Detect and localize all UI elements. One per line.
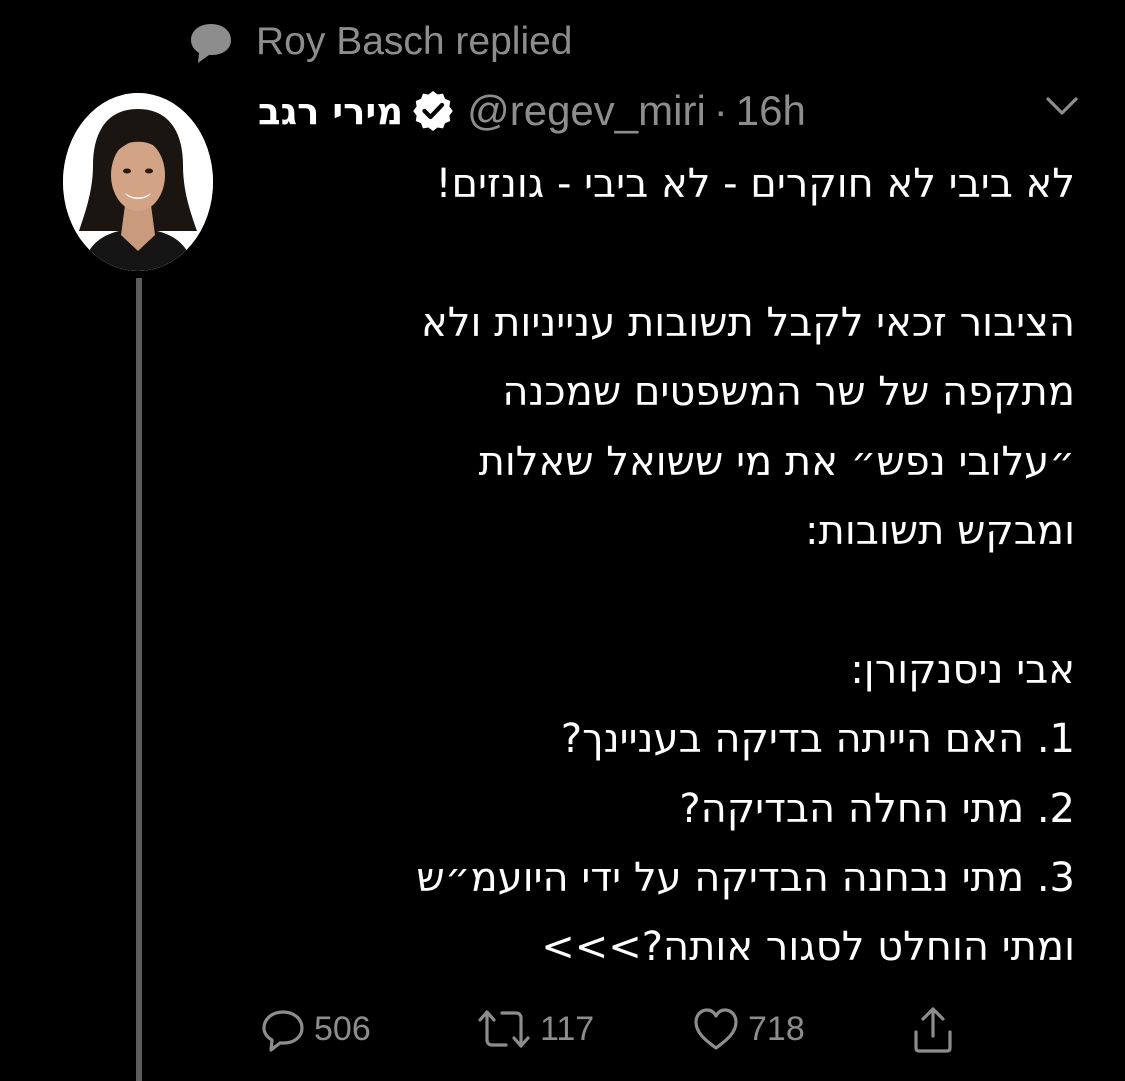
speech-bubble-icon — [191, 24, 231, 63]
tweet-text-line: אבי ניסנקורן: — [850, 646, 1075, 693]
retweet-count: 117 — [540, 1009, 595, 1048]
reply-context: Roy Basch replied — [188, 16, 573, 68]
heart-icon — [694, 1008, 738, 1050]
tweet-actions: 506 117 718 — [260, 998, 980, 1060]
tweet-text-line: מתקפה של שר המשפטים שמכנה — [502, 369, 1075, 416]
reply-button[interactable]: 506 — [260, 998, 371, 1060]
avatar-photo — [63, 93, 213, 271]
tweet-text-line: ומתי הוחלט לסגור אותה?>>> — [541, 924, 1075, 971]
tweet-text-line: ״עלובי נפש״ את מי ששואל שאלות — [478, 438, 1075, 485]
author-display-name[interactable]: מירי רגב — [258, 90, 403, 133]
share-icon — [914, 1007, 952, 1053]
tweet-text-line: 1. האם הייתה בדיקה בעניינך? — [560, 716, 1075, 763]
thread-connector-line — [136, 278, 142, 1081]
tweet-text: לא ביבי לא חוקרים - לא ביבי - גונזים! הצ… — [250, 150, 1075, 983]
reply-count: 506 — [314, 1009, 371, 1048]
tweet-header: מירי רגב @regev_miri · 16h — [258, 82, 806, 140]
chevron-down-icon[interactable] — [1042, 95, 1082, 119]
reply-context-text: Roy Basch replied — [256, 20, 573, 63]
avatar[interactable] — [63, 93, 213, 271]
tweet-text-line: 2. מתי החלה הבדיקה? — [679, 785, 1075, 832]
like-count: 718 — [748, 1009, 805, 1048]
meta-separator: · — [713, 87, 728, 134]
tweet-text-line: 3. מתי נבחנה הבדיקה על ידי היועמ״ש — [416, 855, 1075, 902]
like-button[interactable]: 718 — [692, 998, 805, 1060]
tweet-timestamp[interactable]: 16h — [736, 87, 806, 135]
tweet-text-line: הציבור זכאי לקבל תשובות ענייניות ולא — [421, 299, 1075, 346]
author-handle[interactable]: @regev_miri — [467, 87, 706, 135]
verified-badge-icon — [413, 91, 453, 131]
retweet-button[interactable]: 117 — [476, 998, 594, 1060]
tweet-text-line: לא ביבי לא חוקרים - לא ביבי - גונזים! — [435, 161, 1075, 207]
tweet-text-line — [250, 219, 1075, 288]
retweet-icon — [478, 1010, 530, 1048]
tweet-text-line — [250, 566, 1075, 635]
share-button[interactable] — [910, 998, 956, 1060]
reply-icon — [262, 1010, 304, 1052]
tweet-text-line: ומבקש תשובות: — [805, 508, 1075, 555]
